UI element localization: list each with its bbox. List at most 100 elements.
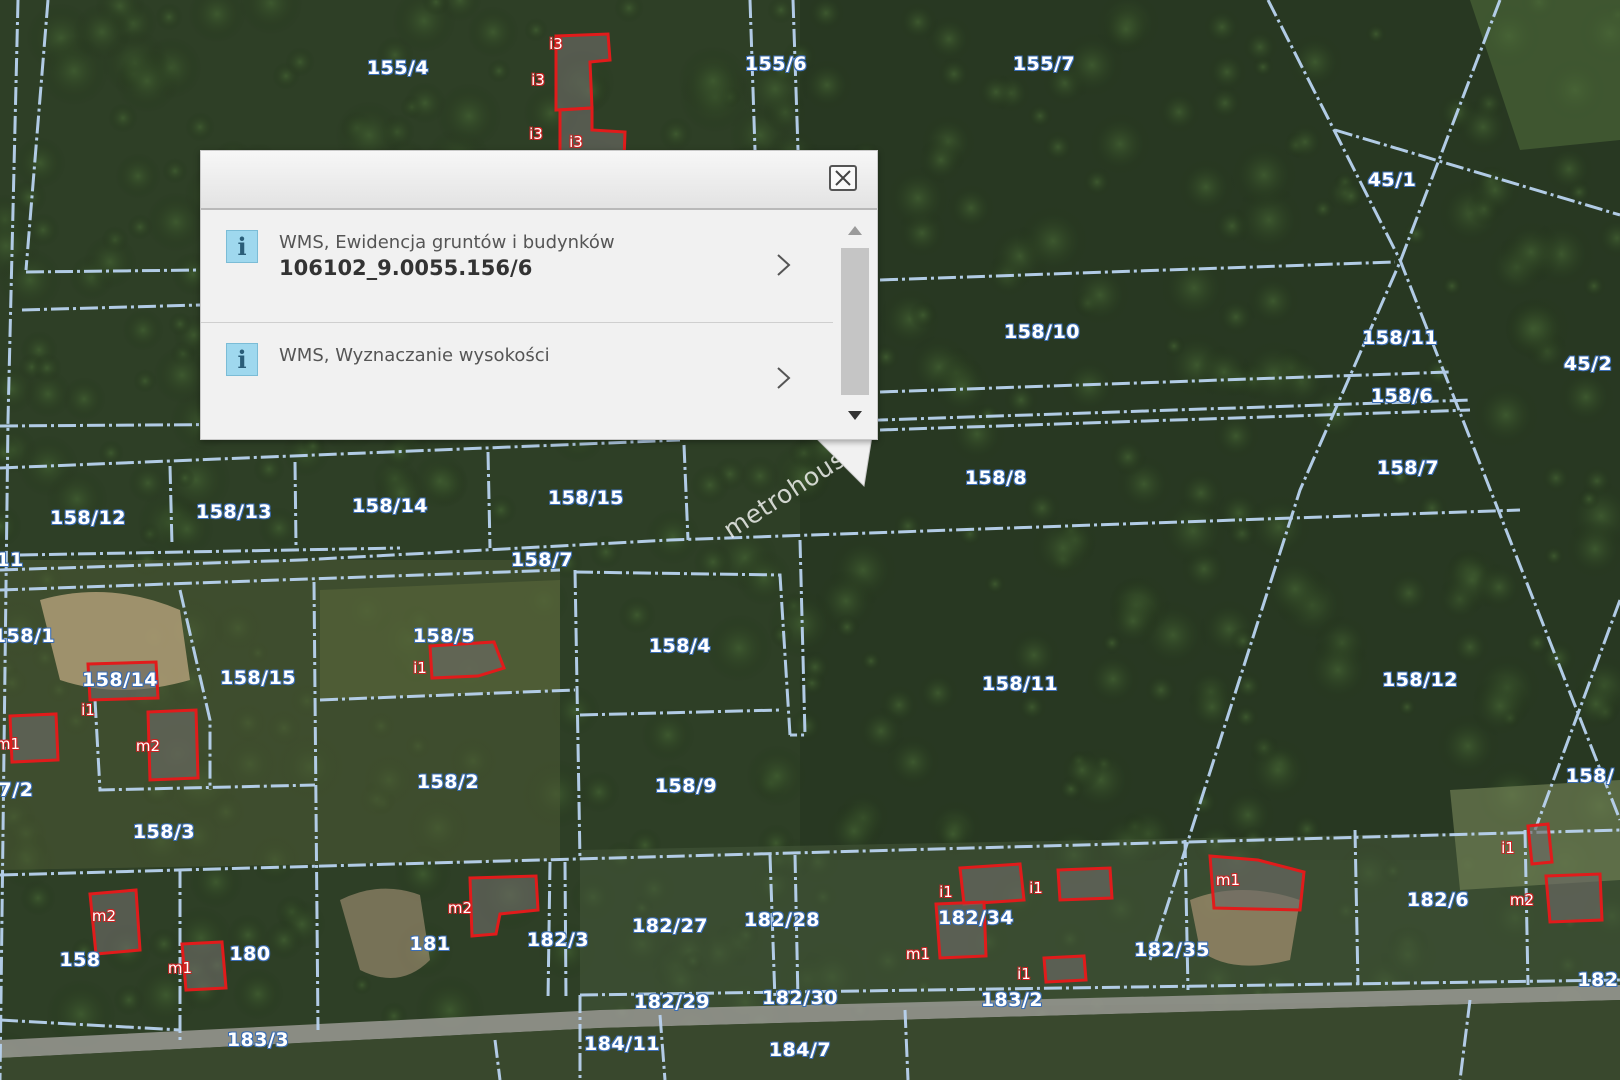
tree — [1578, 488, 1600, 510]
tree — [24, 370, 72, 418]
tree — [1207, 85, 1243, 121]
building — [86, 660, 160, 702]
tree — [285, 47, 315, 77]
clearing-area-2 — [320, 580, 560, 700]
result-item-title: WMS, Ewidencja gruntów i budynków — [279, 232, 615, 253]
tree — [1017, 205, 1089, 277]
tree — [1085, 651, 1141, 707]
result-item-egib[interactable]: i WMS, Ewidencja gruntów i budynków 1061… — [201, 210, 833, 322]
chevron-right-icon[interactable] — [774, 365, 794, 391]
tree — [578, 771, 620, 813]
tree — [1286, 33, 1344, 91]
tree — [1337, 182, 1365, 210]
info-icon: i — [226, 230, 258, 263]
tree — [122, 309, 164, 351]
tree — [1233, 704, 1259, 730]
tree — [898, 2, 938, 42]
identify-popup: i WMS, Ewidencja gruntów i budynków 1061… — [200, 150, 878, 440]
tree — [957, 521, 983, 547]
scroll-up-arrow-icon[interactable] — [847, 224, 863, 236]
tree — [918, 137, 964, 183]
tree — [1470, 676, 1530, 736]
tree — [1197, 345, 1251, 399]
tree — [1109, 438, 1147, 476]
tree — [834, 614, 860, 640]
tree — [1523, 629, 1551, 657]
tree — [659, 117, 693, 151]
tree — [1386, 570, 1432, 616]
result-item-elevation[interactable]: i WMS, Wyznaczanie wysokości — [201, 322, 833, 434]
building — [934, 900, 988, 960]
tree — [1023, 489, 1061, 527]
tree — [1544, 144, 1594, 194]
tree — [1027, 103, 1053, 129]
tree — [1541, 463, 1571, 493]
tree — [1042, 131, 1074, 163]
tree — [264, 920, 304, 960]
tree — [1157, 90, 1201, 134]
building — [1544, 872, 1604, 924]
scroll-thumb[interactable] — [841, 248, 869, 395]
tree — [1412, 452, 1436, 476]
tree — [740, 456, 780, 496]
tree — [1246, 494, 1312, 560]
tree — [1500, 221, 1562, 283]
tree — [1441, 275, 1463, 297]
tree — [404, 82, 446, 124]
tree — [618, 596, 656, 634]
tree — [436, 83, 502, 149]
tree — [1203, 8, 1241, 46]
result-item-title: WMS, Wyznaczanie wysokości — [279, 345, 550, 366]
tree — [14, 137, 66, 189]
chevron-right-icon[interactable] — [774, 252, 794, 278]
tree — [1557, 368, 1615, 426]
popup-scrollbar[interactable] — [833, 210, 877, 439]
building — [1056, 866, 1114, 902]
tree — [1007, 628, 1061, 682]
popup-result-list: i WMS, Ewidencja gruntów i budynków 1061… — [201, 210, 833, 439]
building — [428, 640, 506, 680]
tree — [857, 707, 905, 755]
tree — [1217, 298, 1255, 336]
tree — [1230, 141, 1298, 209]
tree — [524, 18, 548, 42]
tree — [1365, 23, 1387, 45]
tree — [690, 465, 730, 505]
tree — [1304, 636, 1372, 704]
tree — [175, 468, 195, 488]
tree — [412, 453, 468, 509]
tree — [801, 59, 853, 111]
tree — [162, 158, 188, 184]
building — [88, 888, 142, 956]
tree — [227, 914, 269, 956]
tree — [71, 938, 97, 964]
tree — [705, 614, 773, 682]
tree — [1472, 381, 1540, 449]
scroll-down-arrow-icon[interactable] — [847, 410, 863, 422]
tree — [1107, 595, 1159, 647]
tree — [1163, 335, 1185, 357]
tree — [984, 573, 1006, 595]
tree — [1475, 563, 1523, 611]
tree — [160, 502, 214, 556]
tree — [1177, 158, 1235, 216]
popup-pointer — [814, 436, 873, 488]
tree — [1144, 673, 1178, 707]
tree — [917, 672, 959, 714]
building — [8, 712, 60, 764]
tree — [20, 880, 56, 916]
tree — [645, 509, 701, 565]
building — [958, 862, 1026, 906]
tree — [1397, 697, 1417, 717]
building — [180, 940, 228, 992]
tree — [1229, 627, 1257, 655]
building — [146, 708, 200, 782]
tree — [1242, 29, 1278, 65]
tree — [1311, 197, 1335, 221]
tree — [746, 745, 808, 807]
tree — [693, 542, 733, 582]
tree — [641, 708, 695, 762]
tree — [1450, 627, 1490, 667]
close-button[interactable] — [829, 165, 857, 191]
tree — [1455, 99, 1511, 155]
